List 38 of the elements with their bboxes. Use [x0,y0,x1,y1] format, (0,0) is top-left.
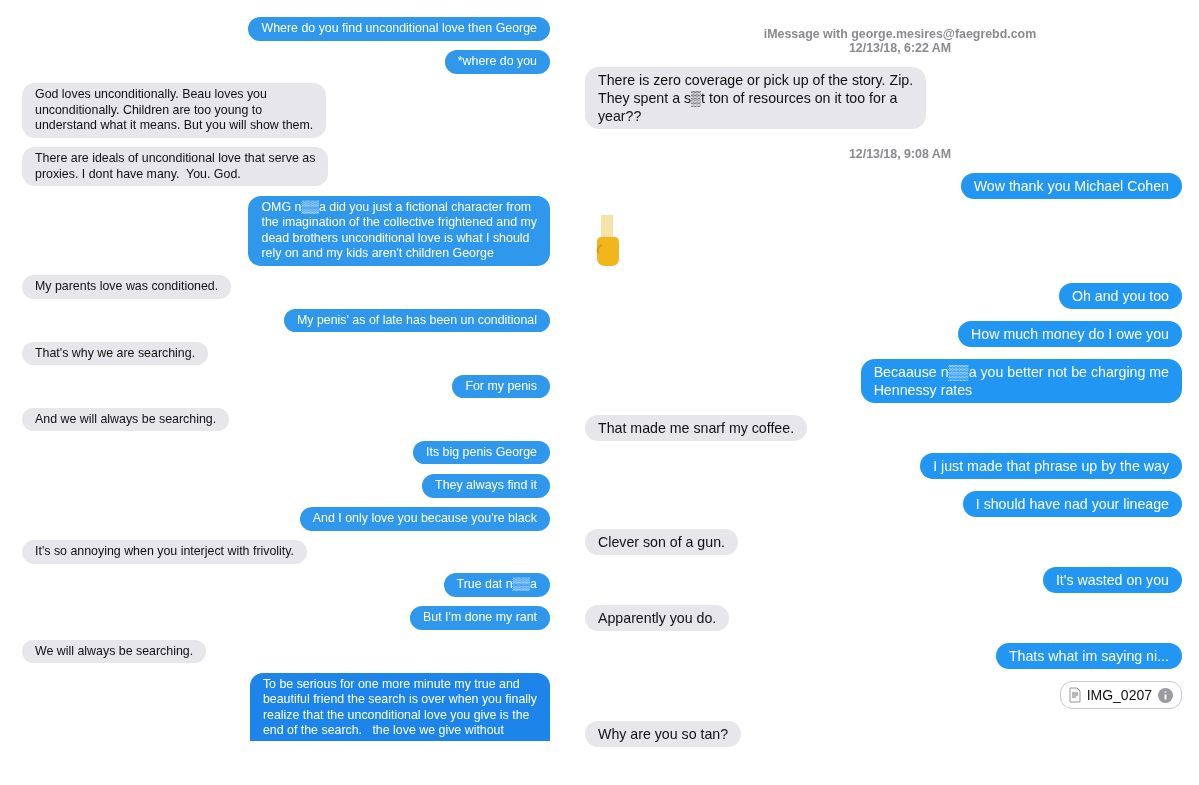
message-bubble: Wow thank you Michael Cohen [960,173,1182,199]
message-bubble: God loves unconditionally. Beau loves you unconditionally. Children are too young to understand what it means. But you will show them. [22,83,327,138]
document-icon [1068,687,1081,703]
message-bubble: Apparently you do. [585,605,730,631]
message-bubble: And we will always be searching. [22,407,230,432]
message-bubble: Where do you find unconditional love then George [248,17,550,41]
message-bubble: My penis' as of late has been un conditional [284,308,550,333]
message-bubble: Clever son of a gun. [585,529,738,555]
message-bubble: I should have nad your lineage [962,491,1182,517]
message-bubble: To be serious for one more minute my true and beautiful friend the search is over when you finally realize that the unconditional love you give is the end of the search. the love we give without [249,672,550,741]
message-bubble: They always find it [422,474,550,498]
info-icon[interactable] [1158,687,1173,703]
message-bubble: For my penis [452,374,550,399]
attachment-chip[interactable]: IMG_0207 [1059,681,1182,709]
message-bubble: But I'm done my rant [410,606,550,630]
message-bubble: True dat n▒▒a [443,573,550,597]
message-bubble: And I only love you because you're black [299,507,550,531]
message-bubble: There are ideals of unconditional love that serve as proxies. I dont have many. You. God. [22,147,329,187]
timestamp: 12/13/18, 6:22 AM [848,41,952,55]
message-bubble: There is zero coverage or pick up of the story. Zip. They spent a s▒t ton of resources on it too for a year?? [585,67,927,129]
message-bubble: Oh and you too [1058,283,1182,309]
message-bubble: I just made that phrase up by the way [920,453,1182,479]
message-bubble: That made me snarf my coffee. [585,415,808,441]
timestamp: 12/13/18, 9:08 AM [848,147,952,161]
message-bubble: My parents love was conditioned. [22,275,232,299]
message-bubble: It's wasted on you [1042,567,1182,593]
message-bubble: Becaause n▒▒a you better not be charging me Hennessy rates [860,359,1182,403]
message-bubble: We will always be searching. [22,639,207,663]
message-bubble: Thats what im saying ni... [995,643,1182,669]
conversation-header: iMessage with george.mesires@faegrebd.com [763,27,1037,41]
message-bubble: It's so annoying when you interject with frivolity. [22,540,308,564]
message-bubble: That's why we are searching. [22,341,209,366]
message-bubble: *where do you [444,50,550,74]
file-name: IMG_0207 [1086,687,1152,703]
message-bubble: OMG n▒▒a did you just a fictional character from the imagination of the collective frightened and my dead brothers unconditional love is what I should rely on and my kids aren't children George [248,195,550,266]
message-bubble: Its big penis George [413,440,550,465]
message-bubble: How much money do I owe you [958,321,1182,347]
message-bubble: Why are you so tan? [585,721,742,747]
